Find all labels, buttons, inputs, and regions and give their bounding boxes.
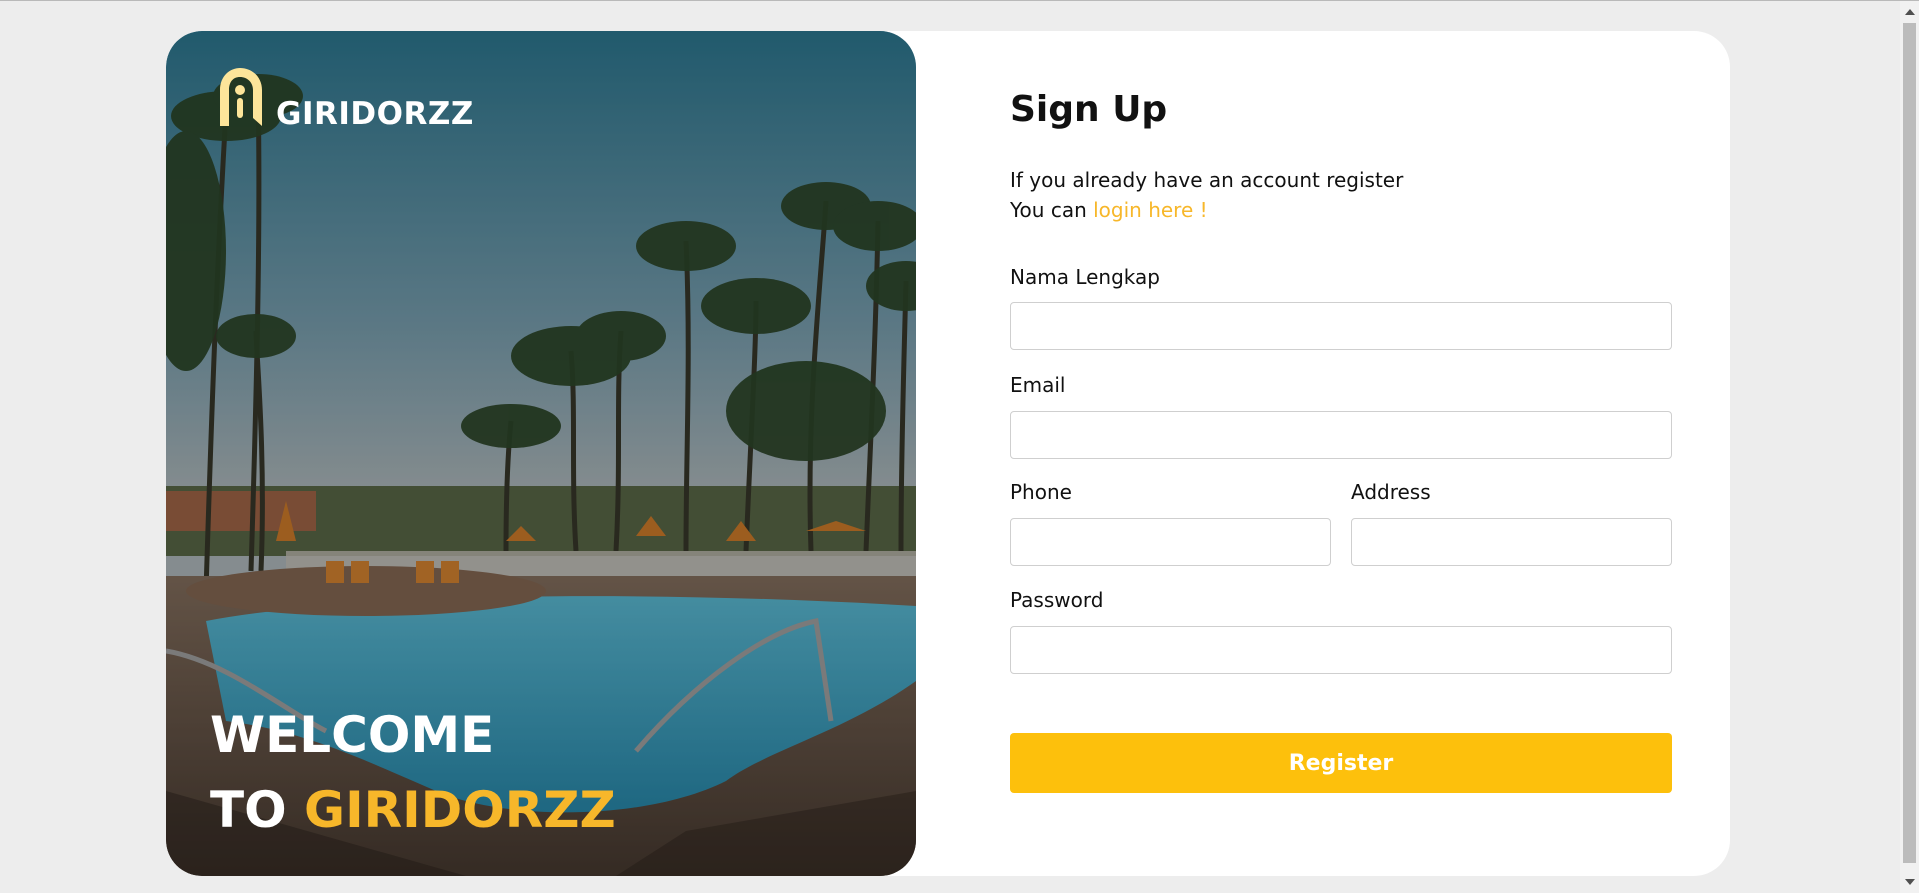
scroll-down-icon[interactable] <box>1905 879 1915 885</box>
signup-card: GIRIDORZZ WELCOME TO GIRIDORZZ Sign Up I… <box>166 31 1730 876</box>
welcome-line-2: TO GIRIDORZZ <box>210 773 616 848</box>
signup-subtitle: If you already have an account register … <box>1010 165 1403 225</box>
phone-label: Phone <box>1010 480 1072 504</box>
subtitle-line-1: If you already have an account register <box>1010 168 1404 192</box>
scrollbar-thumb[interactable] <box>1903 23 1916 863</box>
vertical-scrollbar[interactable] <box>1900 1 1919 893</box>
scroll-up-icon[interactable] <box>1905 9 1915 15</box>
brand-name: GIRIDORZZ <box>276 96 474 132</box>
email-label: Email <box>1010 373 1066 397</box>
welcome-line-1: WELCOME <box>210 706 495 764</box>
full-name-input[interactable] <box>1010 302 1672 350</box>
address-input[interactable] <box>1351 518 1672 566</box>
location-pin-logo-icon <box>220 68 262 126</box>
phone-input[interactable] <box>1010 518 1331 566</box>
welcome-brand-accent: GIRIDORZZ <box>304 781 616 839</box>
register-button[interactable]: Register <box>1010 733 1672 793</box>
welcome-heading: WELCOME TO GIRIDORZZ <box>210 698 616 848</box>
subtitle-line-2-prefix: You can <box>1010 198 1094 222</box>
password-input[interactable] <box>1010 626 1672 674</box>
email-input[interactable] <box>1010 411 1672 459</box>
password-label: Password <box>1010 588 1104 612</box>
page-title: Sign Up <box>1010 89 1168 130</box>
hero-image-panel: GIRIDORZZ WELCOME TO GIRIDORZZ <box>166 31 916 876</box>
address-label: Address <box>1351 480 1431 504</box>
window-top-border <box>0 0 1919 1</box>
subtitle-line-2: You can login here ! <box>1010 195 1403 225</box>
brand-logo[interactable]: GIRIDORZZ <box>212 64 474 132</box>
full-name-label: Nama Lengkap <box>1010 265 1160 289</box>
welcome-line-2-prefix: TO <box>210 781 305 839</box>
login-link[interactable]: login here ! <box>1093 198 1208 222</box>
